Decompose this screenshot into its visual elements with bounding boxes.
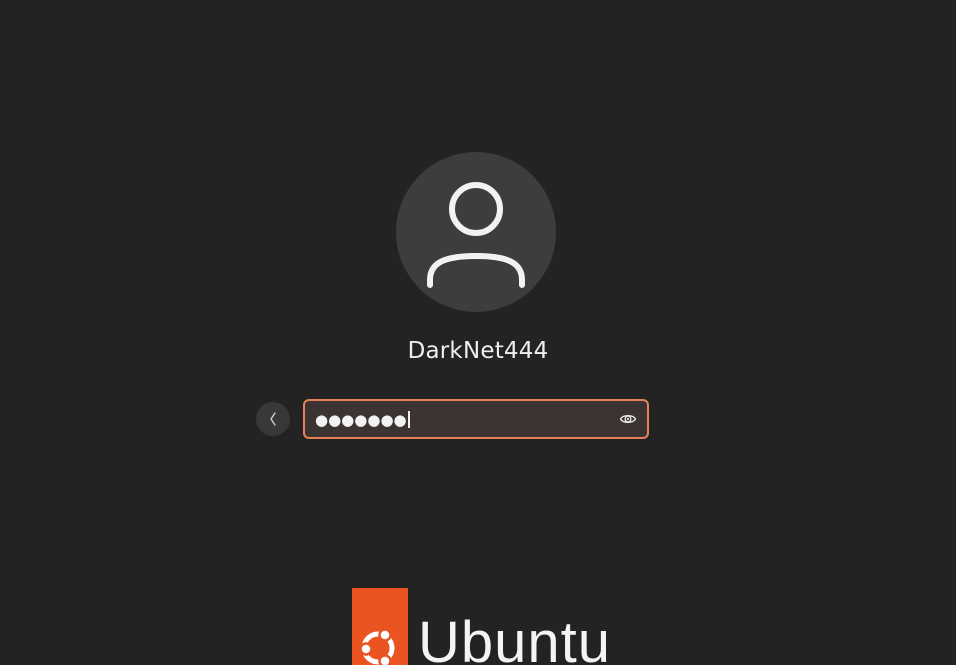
text-caret xyxy=(407,411,410,428)
back-button[interactable] xyxy=(256,402,290,436)
user-avatar xyxy=(396,152,556,312)
password-field[interactable]: ●●●●●●● xyxy=(303,399,649,439)
user-icon xyxy=(427,182,525,288)
logo-square xyxy=(352,588,408,665)
eye-icon xyxy=(619,414,637,424)
login-screen: DarkNet444 ●●●●●●● Ubuntu xyxy=(0,0,956,665)
logo-wordmark: Ubuntu xyxy=(418,610,612,665)
username-label: DarkNet444 xyxy=(407,338,549,364)
password-masked-value: ●●●●●●● xyxy=(315,411,407,429)
show-password-button[interactable] xyxy=(619,410,637,428)
password-input[interactable]: ●●●●●●● xyxy=(315,401,410,437)
chevron-left-icon xyxy=(270,412,276,426)
ubuntu-circle-of-friends-icon xyxy=(359,628,395,665)
